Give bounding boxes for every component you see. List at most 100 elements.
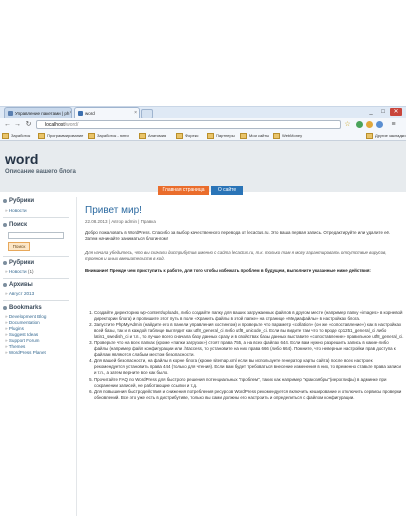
sidebar-link-dev-blog[interactable]: » Development Blog — [5, 314, 46, 319]
link-label: Август 2013 — [8, 291, 35, 296]
link-label: Новости — [8, 208, 27, 213]
bullet-icon — [3, 223, 7, 227]
bookmark-label: Программирование — [47, 133, 84, 138]
heading-label: Рубрики — [9, 260, 35, 266]
tab-word[interactable]: word × — [74, 107, 140, 118]
extension-icon[interactable] — [356, 121, 363, 128]
bookmark-label: Заработок - юнги — [97, 133, 129, 138]
link-label: Plugins — [8, 326, 24, 331]
nav-home[interactable]: Главная страница — [158, 186, 209, 195]
bookmark-item[interactable]: Анатомия — [139, 132, 166, 139]
tab-label: Управление пакетами | ph — [15, 110, 70, 116]
divider — [3, 256, 69, 257]
site-favicon-icon — [8, 110, 13, 116]
list-item: Для вашей безопасности, на файлы в корне… — [94, 358, 404, 376]
bookmark-item[interactable]: Заработок — [2, 132, 30, 139]
close-icon[interactable]: × — [134, 110, 137, 116]
bookmark-item[interactable]: Форекс — [176, 132, 199, 139]
bookmark-item[interactable]: Партнеры — [207, 132, 235, 139]
list-item: Прочитайте FAQ по WordPress для быстрого… — [94, 377, 404, 389]
link-label: Suggest Ideas — [8, 332, 39, 337]
sidebar-link-themes[interactable]: » Themes — [5, 344, 25, 349]
folder-icon — [2, 132, 9, 139]
link-label: Themes — [8, 344, 26, 349]
bullet-icon — [3, 261, 7, 265]
bookmark-item[interactable]: Заработок - юнги — [88, 132, 129, 139]
divider — [3, 278, 69, 279]
bookmark-label: Анатомия — [148, 133, 167, 138]
sidebar-heading-rubrics: Рубрики — [3, 260, 34, 266]
sidebar-link-support-forum[interactable]: » Support Forum — [5, 338, 39, 343]
bookmark-item[interactable]: Программирование — [38, 132, 83, 139]
list-item: Создайте директорию wp-content/uploads, … — [94, 310, 404, 322]
bookmark-star-icon[interactable]: ☆ — [343, 120, 352, 129]
back-arrow-icon[interactable]: ← — [3, 120, 12, 129]
heading-label: Рубрики — [9, 198, 35, 204]
bullet-icon — [3, 283, 7, 287]
bookmark-label: Другие закладки — [375, 133, 406, 138]
folder-icon — [88, 132, 95, 139]
search-input[interactable] — [8, 232, 64, 239]
list-item: Проверьте что на всех папках (кроме «пап… — [94, 340, 404, 358]
maximize-button[interactable]: □ — [378, 108, 388, 116]
setup-steps-list: Создайте директорию wp-content/uploads, … — [85, 310, 404, 401]
wordpress-favicon-icon — [78, 110, 83, 116]
reload-icon[interactable]: ↻ — [24, 120, 33, 129]
nav-about[interactable]: О сайте — [211, 186, 243, 195]
sidebar-link-wp-planet[interactable]: » WordPress Planet — [5, 350, 46, 355]
divider — [3, 217, 69, 218]
bookmark-label: Форекс — [185, 133, 199, 138]
close-icon[interactable]: × — [69, 110, 71, 116]
bookmark-label: Партнеры — [216, 133, 235, 138]
bookmark-item[interactable]: WebMoney — [273, 132, 302, 139]
post-title[interactable]: Привет мир! — [85, 205, 142, 216]
folder-icon — [38, 132, 45, 139]
bookmark-label: Заработок — [11, 133, 31, 138]
window-close-button[interactable]: ✕ — [390, 108, 402, 116]
sidebar-link-plugins[interactable]: » Plugins — [5, 326, 24, 331]
list-item: Запустите PhpMyAdmin (найдите его в пане… — [94, 322, 404, 340]
link-label: Documentation — [8, 320, 40, 325]
link-label: Development Blog — [8, 314, 47, 319]
menu-icon[interactable]: ≡ — [389, 120, 398, 129]
sidebar-heading-search: Поиск — [3, 222, 27, 228]
folder-icon — [273, 132, 280, 139]
bookmark-item[interactable]: Мои сайты — [240, 132, 269, 139]
address-host: localhost — [45, 122, 65, 128]
link-label: Support Forum — [8, 338, 40, 343]
extension-icon[interactable] — [376, 121, 383, 128]
post-meta: 22.08.2013 | Автор admin | Правка — [85, 219, 156, 224]
link-label: Новости — [8, 269, 27, 274]
sidebar-link-news-count[interactable]: » Новости (1) — [5, 269, 34, 274]
content-divider — [76, 197, 77, 516]
minimize-button[interactable]: _ — [366, 108, 376, 116]
post-paragraph-italic: Для начала убедитесь, что вы скачали дис… — [85, 250, 387, 261]
sidebar-heading-archives: Архивы — [3, 282, 33, 288]
bookmark-label: WebMoney — [282, 133, 303, 138]
bullet-icon — [3, 306, 7, 310]
forward-arrow-icon[interactable]: → — [13, 120, 22, 129]
folder-icon — [176, 132, 183, 139]
site-title[interactable]: word — [5, 151, 38, 167]
list-item: Для повышения быстродействия и снижения … — [94, 389, 404, 401]
sidebar-heading-bookmarks: Bookmarks — [3, 305, 42, 311]
sidebar-link-documentation[interactable]: » Documentation — [5, 320, 40, 325]
tab-packages[interactable]: Управление пакетами | ph × — [4, 107, 72, 118]
heading-label: Архивы — [9, 282, 33, 288]
extension-icon[interactable] — [366, 121, 373, 128]
sidebar-heading-categories: Рубрики — [3, 198, 34, 204]
site-description: Описание вашего блога — [5, 169, 76, 175]
folder-icon — [139, 132, 146, 139]
folder-icon — [366, 132, 373, 139]
address-bar[interactable]: localhost/word/ — [36, 120, 341, 129]
divider — [3, 300, 69, 301]
sidebar-link-archive[interactable]: » Август 2013 — [5, 291, 34, 296]
tab-label: word — [85, 110, 95, 116]
search-button[interactable]: Поиск — [8, 242, 30, 251]
other-bookmarks[interactable]: Другие закладки — [366, 132, 406, 139]
heading-label: Bookmarks — [9, 305, 42, 311]
sidebar-link-suggest-ideas[interactable]: » Suggest Ideas — [5, 332, 38, 337]
post-paragraph: Добро пожаловать в WordPress. Спасибо за… — [85, 230, 391, 241]
folder-icon — [207, 132, 214, 139]
sidebar-link-news[interactable]: » Новости — [5, 208, 27, 213]
